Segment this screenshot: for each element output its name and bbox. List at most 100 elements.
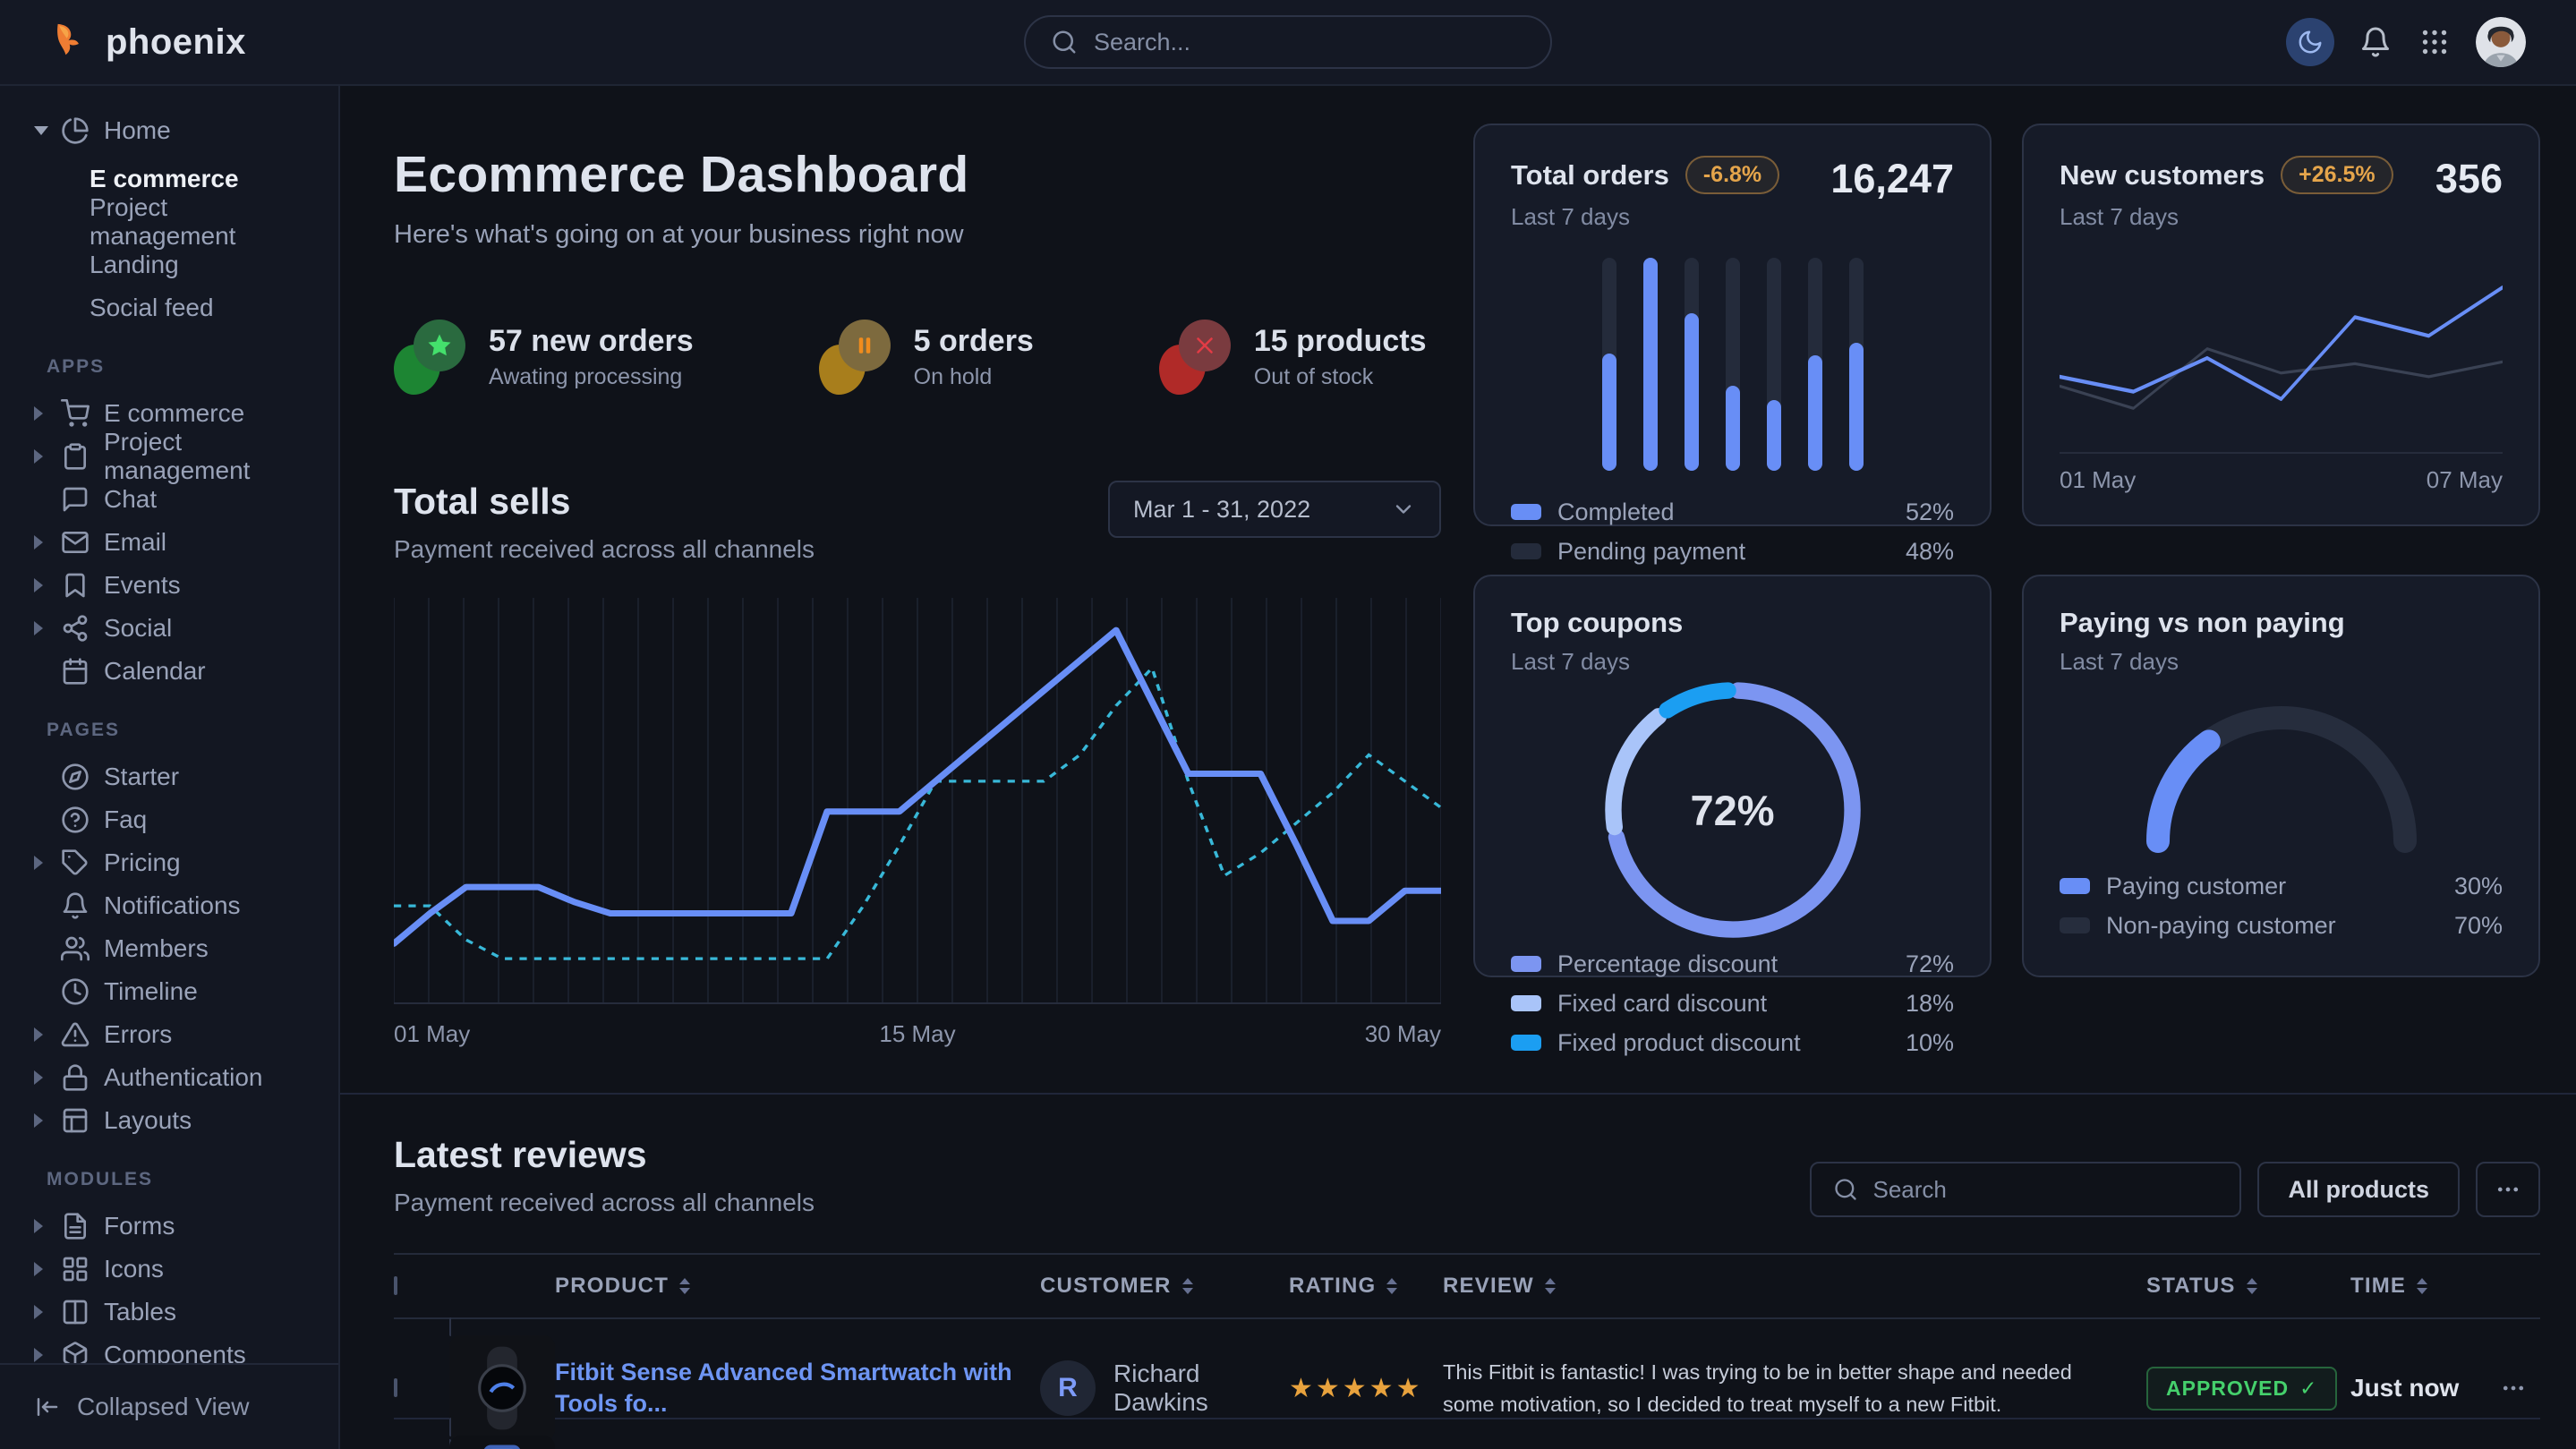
pie-chart-icon [61,116,90,145]
x-axis-labels: 01 May 07 May [2060,466,2503,494]
out-of-stock-blob-icon [1159,320,1231,395]
date-range-select[interactable]: Mar 1 - 31, 2022 [1108,481,1441,538]
new-customers-card: New customers +26.5% Last 7 days 356 01 … [2022,124,2540,526]
sidebar-item-layouts[interactable]: Layouts [34,1099,311,1142]
rating-stars: ★★★★★ [1289,1373,1443,1404]
sidebar-item-tables[interactable]: Tables [34,1291,311,1334]
reviews-search-input[interactable] [1872,1176,2218,1204]
sidebar-item-timeline[interactable]: Timeline [34,970,311,1013]
document-icon [61,1212,90,1240]
stat-out-of-stock: 15 products Out of stock [1159,320,1427,395]
column-header-customer[interactable]: CUSTOMER [1040,1274,1289,1299]
search-icon [1833,1177,1858,1202]
pause-icon [851,332,878,359]
sidebar-item-events[interactable]: Events [34,564,311,607]
review-time: Just now [2350,1374,2486,1402]
sort-icon [1386,1278,1397,1294]
paying-vs-nonpaying-card: Paying vs non paying Last 7 days Paying … [2022,575,2540,977]
sidebar-item-calendar[interactable]: Calendar [34,650,311,693]
bookmark-icon [61,571,90,600]
sidebar-item-label: Home [104,116,171,145]
mail-icon [61,528,90,557]
apps-grid-button[interactable] [2417,24,2452,60]
star-icon [426,332,453,359]
sidebar-item-email[interactable]: Email [34,521,311,564]
notifications-button[interactable] [2358,24,2393,60]
donut-center-label: 72% [1690,786,1774,835]
section-divider [340,1093,2576,1095]
sidebar-item-social[interactable]: Social [34,607,311,650]
clock-icon [61,977,90,1006]
sidebar-item-project-management[interactable]: Project management [34,435,311,478]
table-row: Fitbit Sense Advanced Smartwatch with To… [394,1319,2540,1419]
sort-icon [2417,1278,2427,1294]
sidebar-item-members[interactable]: Members [34,927,311,970]
sidebar-item-faq[interactable]: Faq [34,798,311,841]
moon-icon [2297,29,2324,55]
total-sells-subtitle: Payment received across all channels [394,535,815,564]
legend-paying-customer: Paying customer 30% [2060,866,2503,906]
sidebar-item-authentication[interactable]: Authentication [34,1056,311,1099]
legend-pending: Pending payment 48% [1511,532,1954,571]
customer-cell: R Richard Dawkins [1040,1360,1289,1417]
chevron-right-icon [34,1348,47,1362]
reviews-search[interactable] [1810,1162,2241,1217]
new-orders-blob-icon [394,320,465,395]
brand-logo[interactable]: phoenix [50,21,246,63]
column-header-product[interactable]: PRODUCT [555,1274,1040,1299]
chevron-right-icon [34,449,47,464]
product-link[interactable]: Fitbit Sense Advanced Smartwatch with To… [555,1357,1040,1419]
chevron-right-icon [34,406,47,421]
stat-orders-on-hold: 5 orders On hold [819,320,1034,395]
collapse-arrow-icon [34,1394,61,1420]
tag-icon [61,848,90,877]
column-header-time[interactable]: TIME [2350,1274,2486,1299]
coupons-donut-chart: 72% [1511,676,1954,944]
app-root: phoenix [0,0,2576,1449]
sidebar-item-project-management-dashboard[interactable]: Project management [90,200,311,243]
reviews-more-button[interactable] [2476,1162,2540,1217]
paying-gauge-chart [2060,676,2503,866]
sidebar-item-components[interactable]: Components [34,1334,311,1363]
chat-bubble-icon [61,485,90,514]
column-header-status[interactable]: STATUS [2146,1274,2350,1299]
product-thumbnail-iphone[interactable] [449,1418,555,1449]
trend-badge: +26.5% [2281,156,2393,194]
table-icon [61,1298,90,1326]
total-sells-chart: 01 May 15 May 30 May [394,598,1441,1048]
global-search[interactable] [1024,15,1552,69]
latest-reviews-subtitle: Payment received across all channels [394,1189,815,1217]
sidebar-item-errors[interactable]: Errors [34,1013,311,1056]
ellipsis-icon [2495,1176,2521,1203]
sort-icon [2247,1278,2257,1294]
global-search-input[interactable] [1094,29,1525,56]
search-icon [1051,29,1078,55]
sidebar-item-social-feed[interactable]: Social feed [90,286,311,329]
chevron-right-icon [34,1027,47,1042]
column-header-rating[interactable]: RATING [1289,1274,1443,1299]
collapsed-view-toggle[interactable]: Collapsed View [0,1363,338,1449]
status-badge: APPROVED✓ [2146,1367,2337,1411]
avatar-initial[interactable]: R [1040,1360,1096,1416]
section-label-apps: APPS [47,356,311,378]
sidebar-item-starter[interactable]: Starter [34,755,311,798]
new-customers-value: 356 [2435,156,2503,202]
all-products-filter-button[interactable]: All products [2257,1162,2460,1217]
legend-completed: Completed 52% [1511,492,1954,532]
sidebar-item-home[interactable]: Home [34,109,311,152]
column-header-review[interactable]: REVIEW [1443,1274,2146,1299]
select-all-checkbox[interactable] [394,1276,397,1295]
lock-icon [61,1063,90,1092]
user-avatar[interactable] [2476,17,2526,67]
chevron-right-icon [34,1113,47,1128]
on-hold-blob-icon [819,320,891,395]
main-content: Ecommerce Dashboard Here's what's going … [340,86,2576,1449]
sidebar-item-icons[interactable]: Icons [34,1248,311,1291]
row-checkbox[interactable] [394,1378,397,1397]
sidebar-item-forms[interactable]: Forms [34,1205,311,1248]
row-actions-button[interactable] [2486,1375,2540,1402]
stat-new-orders: 57 new orders Awating processing [394,320,694,395]
sidebar-item-notifications[interactable]: Notifications [34,884,311,927]
sidebar-item-pricing[interactable]: Pricing [34,841,311,884]
theme-toggle-button[interactable] [2286,18,2334,66]
